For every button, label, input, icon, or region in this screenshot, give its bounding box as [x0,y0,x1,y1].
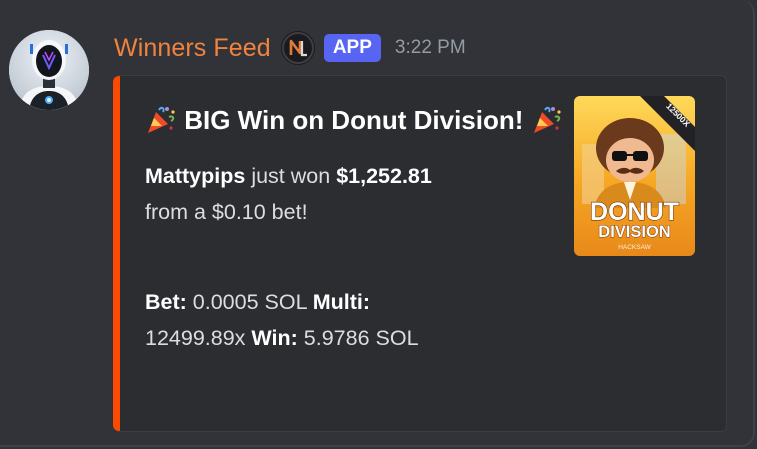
win-stats: Bet: 0.0005 SOL Multi: 12499.89x Win: 5.… [145,284,565,356]
win-description: Mattypips just won $1,252.81 from a $0.1… [145,158,565,230]
win-amount: $1,252.81 [336,164,432,188]
embed-title-text: BIG Win on Donut Division! [184,105,524,135]
timestamp[interactable]: 3:22 PM [395,37,466,59]
bet-label: Bet: [145,290,187,314]
username[interactable]: Winners Feed [114,34,271,63]
app-badge: APP [323,34,381,62]
party-popper-icon [145,103,177,135]
game-thumbnail[interactable]: DONUT DIVISION HACKSAW 12500X [574,96,695,256]
multi-value: 12499.89x [145,326,246,350]
message-header: Winners Feed APP 3:22 PM [114,30,466,66]
win-value: 5.9786 SOL [303,326,419,350]
party-popper-icon [531,103,563,135]
thumbnail-provider: HACKSAW [618,244,651,251]
embed-accent-bar [113,76,120,431]
chat-message: Winners Feed APP 3:22 PM BIG Win on Donu… [0,0,757,449]
thumbnail-title-line2: DIVISION [598,223,670,241]
embed-body: BIG Win on Donut Division! Mattypips jus… [145,100,565,356]
win-label: Win: [251,326,298,350]
thumbnail-title-line1: DONUT [590,198,679,226]
embed-title: BIG Win on Donut Division! [145,100,565,140]
robot-avatar-icon[interactable] [9,30,89,110]
won-text: just won [251,164,331,188]
win-embed: BIG Win on Donut Division! Mattypips jus… [113,75,727,432]
nl-role-icon[interactable] [280,30,316,66]
multi-label: Multi: [312,290,371,314]
bet-text: from a $0.10 bet! [145,200,308,224]
bet-value: 0.0005 SOL [192,290,307,314]
player-name: Mattypips [145,164,246,188]
